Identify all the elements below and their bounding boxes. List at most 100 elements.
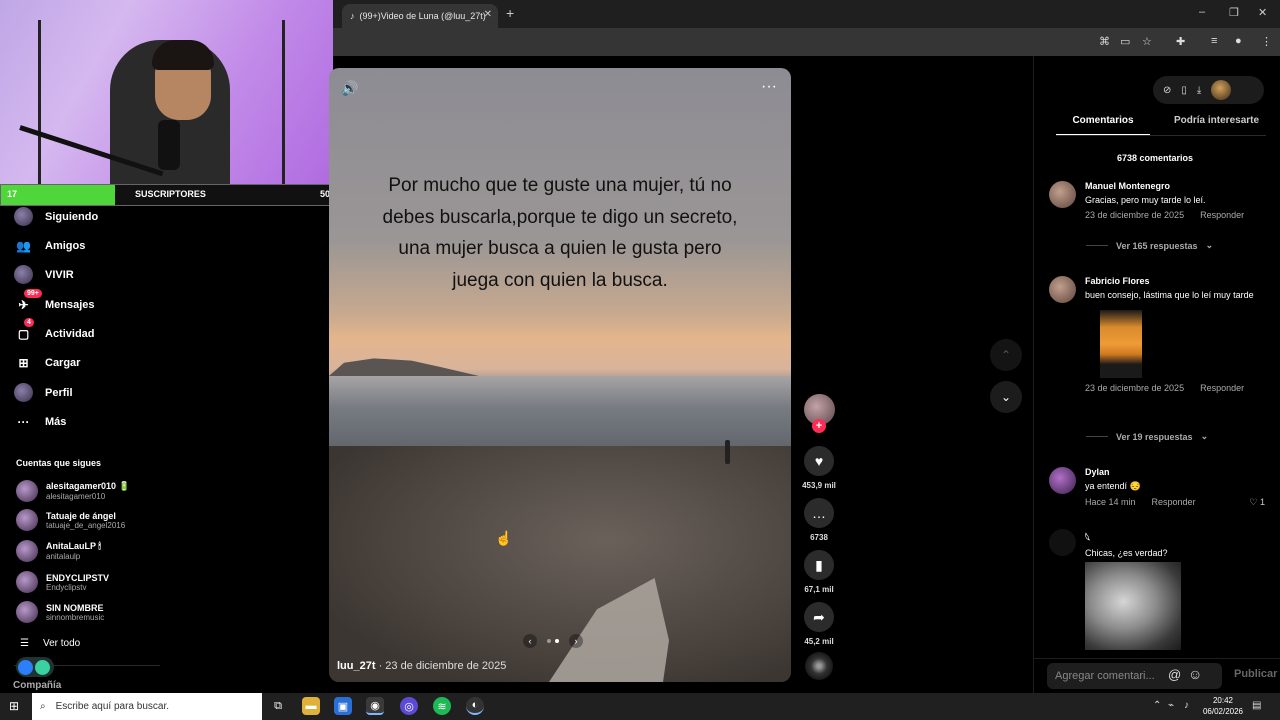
close-window-button[interactable]: ✕ [1258, 6, 1267, 19]
store-icon[interactable]: ▣ [334, 697, 352, 715]
coins-icon[interactable]: ⊘ [1163, 85, 1171, 96]
video-date: · 23 de diciembre de 2025 [375, 660, 507, 672]
followed-account[interactable]: SIN NOMBRE sinnombremusic [16, 601, 104, 623]
comment-image[interactable] [1100, 310, 1142, 378]
sidebar-item-upload[interactable]: ⊞ Cargar [14, 353, 80, 372]
floating-widget[interactable] [16, 657, 54, 677]
comment-author[interactable]: Manuel Montenegro [1085, 181, 1265, 191]
taskbar: ⊞ ⌕ Escribe aquí para buscar. ⧉ ▬ ▣ ◉ ◎ … [0, 693, 1280, 720]
task-view-icon[interactable]: ⧉ [269, 697, 287, 715]
new-tab-button[interactable]: + [506, 5, 514, 21]
avatar[interactable] [1049, 181, 1076, 208]
share-button[interactable]: ➦ 45,2 mil [801, 602, 837, 646]
bookmark-star-icon[interactable]: ☆ [1142, 35, 1152, 48]
followed-account[interactable]: Tatuaje de ángel tatuaje_de_angel2016 [16, 509, 125, 531]
profile-avatar-icon[interactable]: ● [1235, 35, 1242, 47]
tiktok-icon: ♪ [350, 11, 355, 21]
avatar[interactable] [1049, 529, 1076, 556]
minimize-button[interactable]: – [1199, 6, 1205, 18]
browser-menu-icon[interactable]: ⋮ [1261, 35, 1272, 48]
reply-button[interactable]: Responder [1200, 210, 1244, 220]
sidebar-item-following[interactable]: Siguiendo [14, 207, 98, 226]
carousel-dot-active[interactable] [555, 639, 559, 643]
maximize-button[interactable]: ❐ [1229, 6, 1239, 19]
followed-account[interactable]: ENDYCLIPSTV Endyclipstv [16, 571, 109, 593]
sidebar-item-profile[interactable]: Perfil [14, 383, 73, 402]
comment-image[interactable] [1085, 562, 1181, 650]
device-icon[interactable]: ▯ [1181, 85, 1187, 96]
comment-text: Chicas, ¿es verdad? [1085, 548, 1168, 558]
sidebar-item-more[interactable]: ··· Más [14, 412, 67, 431]
sidebar-item-friends[interactable]: 👥 Amigos [14, 236, 85, 255]
tab-comments[interactable]: Comentarios [1056, 115, 1150, 136]
music-disc-icon[interactable] [805, 652, 833, 680]
publish-button[interactable]: Publicar [1234, 668, 1277, 680]
like-button[interactable]: ♥ 453,9 mil [801, 446, 837, 490]
followed-account[interactable]: alesitagamer010 🔋 alesitagamer010 [16, 480, 130, 502]
emoji-icon[interactable]: ☺ [1188, 666, 1202, 682]
user-avatar[interactable] [1211, 80, 1232, 100]
comment-author[interactable]: Dylan [1085, 467, 1265, 477]
cursor-icon: ☝ [495, 530, 513, 546]
discord-icon[interactable]: ◎ [400, 697, 418, 715]
notifications-icon[interactable]: ▤ [1252, 700, 1261, 711]
windows-start-icon[interactable]: ⊞ [9, 699, 19, 713]
download-icon[interactable]: ⤓ [1197, 85, 1201, 96]
avatar[interactable] [1049, 276, 1076, 303]
account-handle: sinnombremusic [46, 612, 105, 622]
comment-author[interactable]: Fabricio Flores [1085, 276, 1265, 286]
translate-icon[interactable]: ⌘ [1099, 35, 1110, 48]
taskbar-search[interactable]: ⌕ Escribe aquí para buscar. [32, 693, 262, 720]
subscriber-current: 17 [7, 189, 18, 199]
volume-tray-icon[interactable]: ♪ [1184, 700, 1189, 711]
account-handle: anitalaulp [46, 552, 81, 561]
avatar[interactable] [1049, 467, 1076, 494]
browser-tab[interactable]: ♪ (99+)Video de Luna (@luu_27t) ✕ [342, 4, 498, 28]
sidebar-item-label: Siguiendo [45, 210, 99, 223]
sidebar-item-activity[interactable]: ▢ 4 Actividad [14, 318, 95, 343]
obs-icon[interactable]: ◐ [466, 697, 484, 715]
avatar [16, 571, 38, 593]
chevron-down-icon: ⌄ [1205, 240, 1214, 250]
carousel-next-button[interactable]: › [569, 634, 583, 648]
mention-icon[interactable]: @ [1168, 667, 1181, 682]
cast-icon[interactable]: ▭ [1120, 35, 1130, 48]
sidebar-item-messages[interactable]: ✈ 99+ Mensajes [14, 289, 95, 314]
reply-button[interactable]: Responder [1200, 383, 1244, 393]
previous-video-button[interactable]: ⌃ [990, 339, 1022, 371]
subscriber-label: SUSCRIPTORES [135, 189, 206, 199]
comments-panel: ⊘ ▯ ⤓ Comentarios Podría interesarte 673… [1033, 56, 1280, 693]
file-explorer-icon[interactable]: ▬ [302, 697, 320, 715]
see-all-link[interactable]: ☰ Ver todo [20, 638, 80, 649]
video-player[interactable]: Por mucho que te guste una mujer, tú no … [329, 68, 791, 682]
video-author[interactable]: luu_27t [337, 660, 376, 672]
sidebar-item-live[interactable]: VIVIR [14, 265, 74, 284]
follow-button[interactable]: + [812, 419, 826, 433]
comment-button[interactable]: … 6738 [801, 498, 837, 542]
view-replies-button[interactable]: Ver 19 respuestas ⌄ [1086, 431, 1208, 442]
media-icon[interactable]: ≡ [1211, 35, 1217, 47]
comment-like-button[interactable]: ♡ 1 [1249, 497, 1265, 508]
close-tab-icon[interactable]: ✕ [484, 9, 492, 20]
video-hill [329, 358, 479, 376]
more-options-icon[interactable]: ··· [761, 78, 777, 96]
extensions-icon[interactable]: ✚ [1176, 35, 1185, 48]
comment-date: 23 de diciembre de 2025 [1085, 383, 1185, 393]
volume-icon[interactable]: 🔊 [341, 80, 358, 97]
save-button[interactable]: ▮ 67,1 mil [801, 550, 837, 594]
tray-chevron-up-icon[interactable]: ⌃ [1153, 700, 1161, 711]
carousel-prev-button[interactable]: ‹ [523, 634, 537, 648]
reply-button[interactable]: Responder [1152, 497, 1196, 508]
network-icon[interactable]: ⌁ [1168, 700, 1174, 711]
tab-may-interest[interactable]: Podría interesarte [1174, 115, 1259, 136]
chrome-icon[interactable]: ◉ [366, 697, 384, 715]
comment-author[interactable]: 𓆩 [1085, 529, 1265, 544]
carousel-dot[interactable] [547, 639, 551, 643]
followed-account[interactable]: AnitaLauLP 🕯 anitalaulp [16, 540, 101, 562]
taskbar-clock[interactable]: 20:42 06/02/2026 [1200, 695, 1246, 717]
company-link[interactable]: Compañía [13, 680, 61, 691]
next-video-button[interactable]: ⌄ [990, 381, 1022, 413]
view-replies-button[interactable]: Ver 165 respuestas ⌄ [1086, 240, 1213, 251]
share-icon: ➦ [804, 602, 834, 632]
spotify-icon[interactable]: ≋ [433, 697, 451, 715]
